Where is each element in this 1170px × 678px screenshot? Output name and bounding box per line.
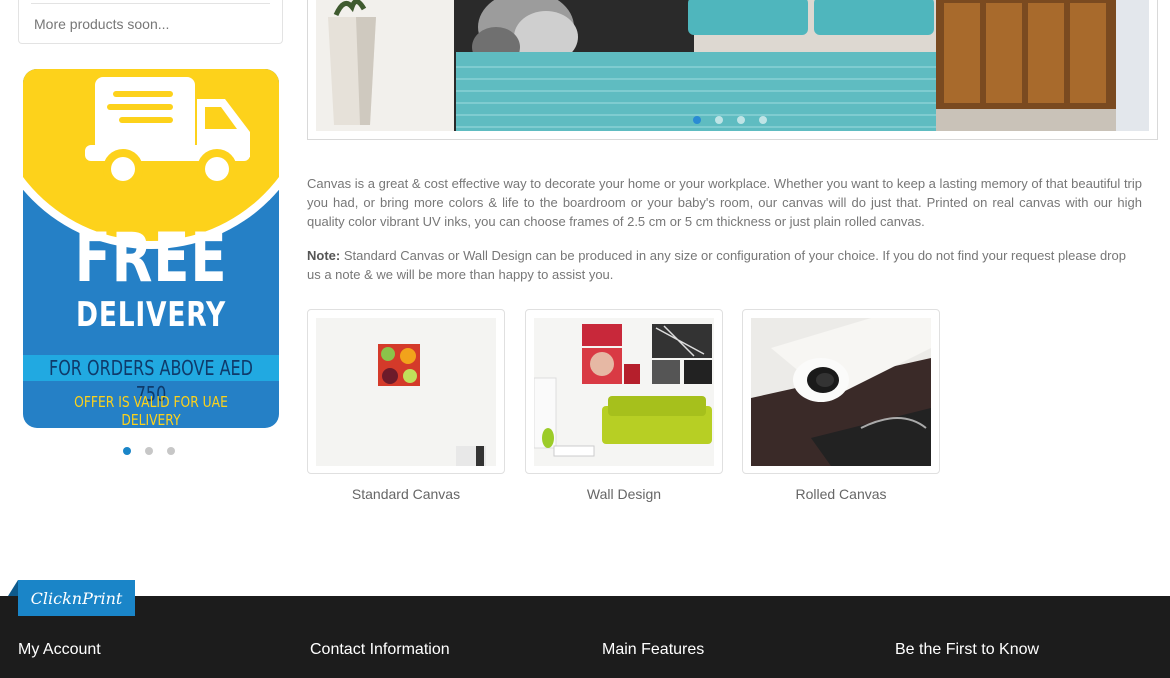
slider-dot[interactable] bbox=[167, 447, 175, 455]
sidebar-divider bbox=[31, 3, 270, 4]
footer-brand-logo[interactable]: ClicknPrint bbox=[18, 580, 135, 616]
promo-delivery-text: DELIVERY bbox=[76, 295, 226, 335]
slider-dot[interactable] bbox=[693, 116, 701, 124]
hero-image bbox=[316, 0, 1149, 131]
free-delivery-banner[interactable]: FREE DELIVERY FOR ORDERS ABOVE AED 750 O… bbox=[23, 69, 279, 428]
promo-orders-band: FOR ORDERS ABOVE AED 750 bbox=[23, 355, 279, 406]
slider-dot[interactable] bbox=[123, 447, 131, 455]
sidebar-slider-dots bbox=[123, 447, 175, 455]
slider-dot[interactable] bbox=[145, 447, 153, 455]
product-label-wall-design[interactable]: Wall Design bbox=[525, 486, 723, 502]
footer-heading-be-first-to-know: Be the First to Know bbox=[895, 641, 1040, 658]
standard-canvas-image bbox=[316, 318, 496, 466]
bedroom-scene-image bbox=[316, 0, 1149, 131]
product-label-rolled-canvas[interactable]: Rolled Canvas bbox=[742, 486, 940, 502]
product-card-standard-canvas[interactable] bbox=[307, 309, 505, 474]
promo-free-text: FREE bbox=[74, 219, 228, 298]
canvas-description: Canvas is a great & cost effective way t… bbox=[307, 176, 1142, 229]
hero-slider-dots bbox=[693, 116, 767, 124]
footer-heading-contact-information: Contact Information bbox=[310, 641, 450, 658]
product-card-wall-design[interactable] bbox=[525, 309, 723, 474]
canvas-note: Note: Standard Canvas or Wall Design can… bbox=[307, 246, 1142, 284]
sidebar-products-box: More products soon... bbox=[18, 0, 283, 44]
footer-heading-my-account: My Account bbox=[18, 641, 101, 658]
wall-design-image bbox=[534, 318, 714, 466]
slider-dot[interactable] bbox=[759, 116, 767, 124]
more-products-link[interactable]: More products soon... bbox=[34, 16, 169, 32]
product-card-rolled-canvas[interactable] bbox=[742, 309, 940, 474]
promo-offer-band: OFFER IS VALID FOR UAE DELIVERY bbox=[23, 393, 279, 428]
slider-dot[interactable] bbox=[737, 116, 745, 124]
footer bbox=[0, 596, 1170, 678]
note-text: Standard Canvas or Wall Design can be pr… bbox=[307, 248, 1126, 282]
product-label-standard-canvas[interactable]: Standard Canvas bbox=[307, 486, 505, 502]
promo-offer-text: OFFER IS VALID FOR UAE DELIVERY bbox=[74, 393, 228, 428]
slider-dot[interactable] bbox=[715, 116, 723, 124]
rolled-canvas-image bbox=[751, 318, 931, 466]
delivery-truck-icon bbox=[85, 77, 250, 189]
footer-heading-main-features: Main Features bbox=[602, 641, 705, 658]
brand-tab-fold bbox=[8, 580, 18, 596]
note-label: Note: bbox=[307, 248, 341, 263]
hero-slider bbox=[307, 0, 1158, 140]
